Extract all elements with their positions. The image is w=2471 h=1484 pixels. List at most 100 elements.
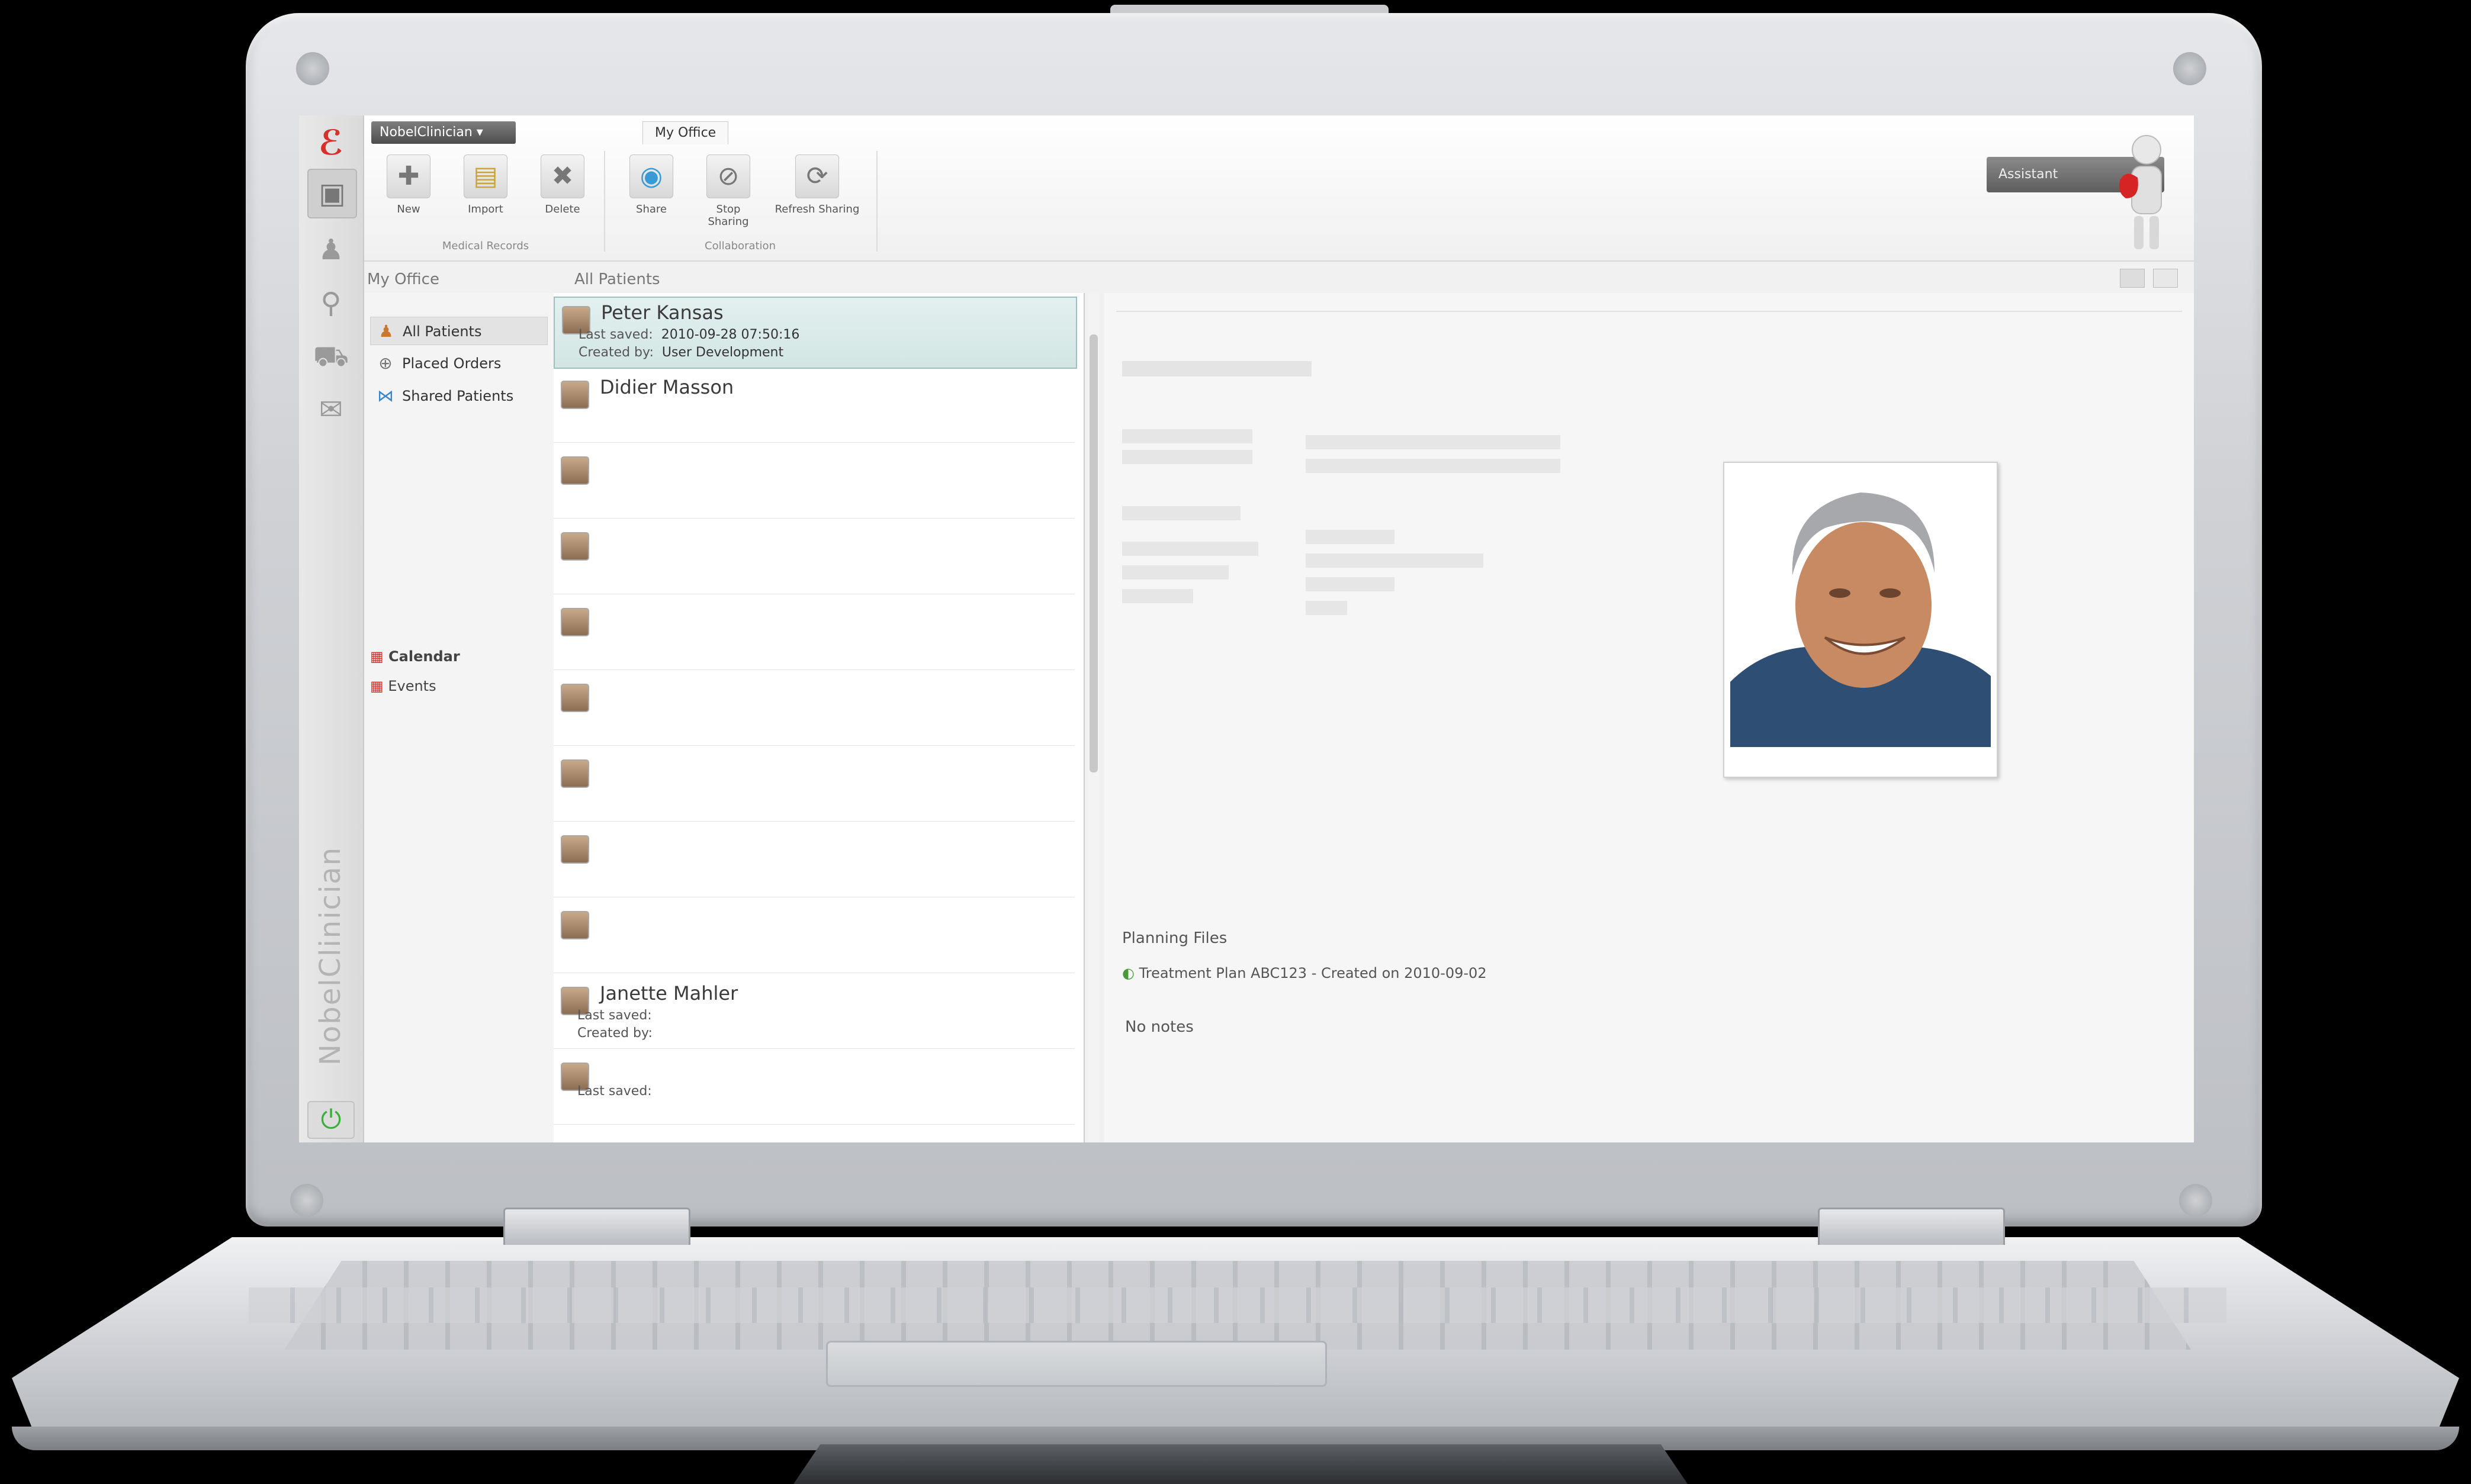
patient-created-by: Created by:: [577, 1026, 661, 1041]
stop-sharing-button[interactable]: ⊘ Stop Sharing: [696, 151, 761, 234]
bezel-screw: [296, 52, 329, 85]
refresh-icon: ⟳: [795, 154, 839, 198]
patient-row[interactable]: [554, 903, 1075, 973]
patient-row[interactable]: Last saved:: [554, 1054, 1075, 1125]
created-by-label: Created by:: [579, 345, 654, 360]
patient-row[interactable]: Peter Kansas Last saved: 2010-09-28 07:50:…: [554, 297, 1077, 369]
patient-last-saved: [577, 402, 586, 417]
nav-label: Shared Patients: [402, 388, 514, 404]
last-saved-value: [577, 705, 586, 720]
nobel-logo-icon[interactable]: ℰ: [310, 121, 352, 164]
patient-created-by: [577, 571, 586, 586]
created-by-value: User Development: [661, 345, 784, 360]
patient-row[interactable]: [554, 675, 1075, 746]
last-saved-value: [577, 932, 586, 947]
last-saved-value: 2010-09-28 07:50:16: [661, 327, 800, 342]
power-button[interactable]: ⏻: [307, 1101, 355, 1139]
scrollbar-thumb[interactable]: [1090, 334, 1098, 772]
button-label: Delete: [545, 203, 580, 215]
calendar-item[interactable]: ▦ Calendar: [370, 648, 460, 665]
planning-file-item[interactable]: ◐ Treatment Plan ABC123 - Created on 201…: [1122, 965, 1487, 981]
refresh-sharing-button[interactable]: ⟳ Refresh Sharing: [773, 151, 862, 234]
field-label: [1122, 565, 1229, 580]
button-label: Import: [468, 203, 503, 215]
nav-label: All Patients: [403, 323, 482, 340]
field-value: [1306, 577, 1394, 591]
last-saved-value: [577, 402, 586, 417]
created-by-value: [577, 723, 586, 738]
patient-created-by: [577, 420, 586, 434]
list-view-icon[interactable]: [2120, 269, 2145, 288]
button-label: New: [397, 203, 420, 215]
view-toggle[interactable]: [2120, 266, 2185, 290]
field-value: [1306, 601, 1347, 615]
patient-list-scrollbar[interactable]: [1088, 293, 1100, 1142]
divider: [1116, 311, 2182, 312]
created-by-value: [577, 647, 586, 662]
created-by-value: [577, 495, 586, 510]
patient-last-saved: [577, 478, 586, 492]
patient-last-saved: Last saved:: [577, 1084, 660, 1099]
detail-view-icon[interactable]: [2153, 269, 2178, 288]
group-label-collaboration: Collaboration: [705, 240, 776, 252]
patient-row[interactable]: Janette Mahler Last saved: Created by:: [554, 978, 1075, 1049]
field-label: [1122, 506, 1241, 520]
app-screen: ℰ ▣ ♟ ⚲ ⛟ ✉ NobelClinician ⏻ NobelClinic…: [299, 115, 2194, 1142]
share-button[interactable]: ◉ Share: [619, 151, 684, 234]
app-menu-button[interactable]: NobelClinician ▾: [371, 121, 516, 144]
events-icon: ▦: [370, 678, 384, 694]
field-label: [1122, 429, 1252, 443]
created-by-value: [577, 571, 586, 586]
trackpad: [826, 1341, 1327, 1387]
field-value: [1306, 530, 1394, 544]
patient-row[interactable]: Didier Masson: [554, 372, 1075, 443]
delete-icon: ✖: [541, 154, 584, 198]
ribbon: NobelClinician ▾ My Office ✚ New ▤ Impor…: [364, 115, 2194, 262]
patient-last-saved: [577, 857, 586, 871]
vertical-brand-label: NobelClinician: [314, 846, 347, 1065]
keyboard-row: [249, 1287, 2226, 1323]
patient-name: Didier Masson: [600, 376, 734, 398]
network-strip-icon[interactable]: ⚲: [312, 284, 350, 322]
patient-created-by: Created by: User Development: [579, 345, 783, 360]
office-strip-button[interactable]: ▣: [307, 169, 357, 218]
assistant-panel[interactable]: Assistant: [1987, 133, 2188, 252]
button-label: Share: [636, 203, 667, 215]
new-record-button[interactable]: ✚ New: [376, 151, 441, 234]
patient-row[interactable]: [554, 600, 1075, 670]
ribbon-tab[interactable]: [524, 121, 548, 144]
patient-row[interactable]: [554, 448, 1075, 519]
patient-created-by: [577, 1102, 586, 1116]
hinge: [503, 1208, 690, 1245]
import-button[interactable]: ▤ Import: [453, 151, 518, 234]
tab-my-office[interactable]: My Office: [642, 121, 729, 144]
orders-icon: ⊕: [378, 353, 393, 373]
nav-shared-patients[interactable]: ⋈ Shared Patients: [370, 382, 548, 410]
nav-placed-orders[interactable]: ⊕ Placed Orders: [370, 349, 548, 378]
patient-created-by: [577, 495, 586, 510]
chat-strip-icon[interactable]: ✉: [312, 391, 350, 429]
field-value: [1306, 553, 1483, 568]
patient-portrait-image: [1730, 469, 1991, 747]
patient-strip-icon[interactable]: ♟: [312, 231, 350, 269]
patient-row[interactable]: [554, 827, 1075, 897]
office-icon: ▣: [319, 177, 346, 210]
created-by-value: [577, 799, 586, 813]
patient-row[interactable]: [554, 524, 1075, 594]
patient-last-saved: Last saved: 2010-09-28 07:50:16: [579, 327, 799, 342]
patient-created-by: [577, 799, 586, 813]
patient-last-saved: Last saved:: [577, 1008, 660, 1023]
planning-files-title: Planning Files: [1122, 929, 1228, 947]
field-label: [1122, 542, 1258, 556]
cart-strip-icon[interactable]: ⛟: [312, 337, 350, 375]
assistant-figure-icon: [2119, 135, 2162, 249]
patient-last-saved: [577, 553, 586, 568]
laptop-stand: [793, 1444, 1688, 1484]
events-item[interactable]: ▦ Events: [370, 678, 436, 694]
last-saved-value: [577, 553, 586, 568]
nav-all-patients[interactable]: ♟ All Patients: [370, 317, 548, 345]
patient-created-by: [577, 723, 586, 738]
patient-row[interactable]: [554, 751, 1075, 822]
patient-created-by: [577, 647, 586, 662]
delete-button[interactable]: ✖ Delete: [530, 151, 595, 234]
